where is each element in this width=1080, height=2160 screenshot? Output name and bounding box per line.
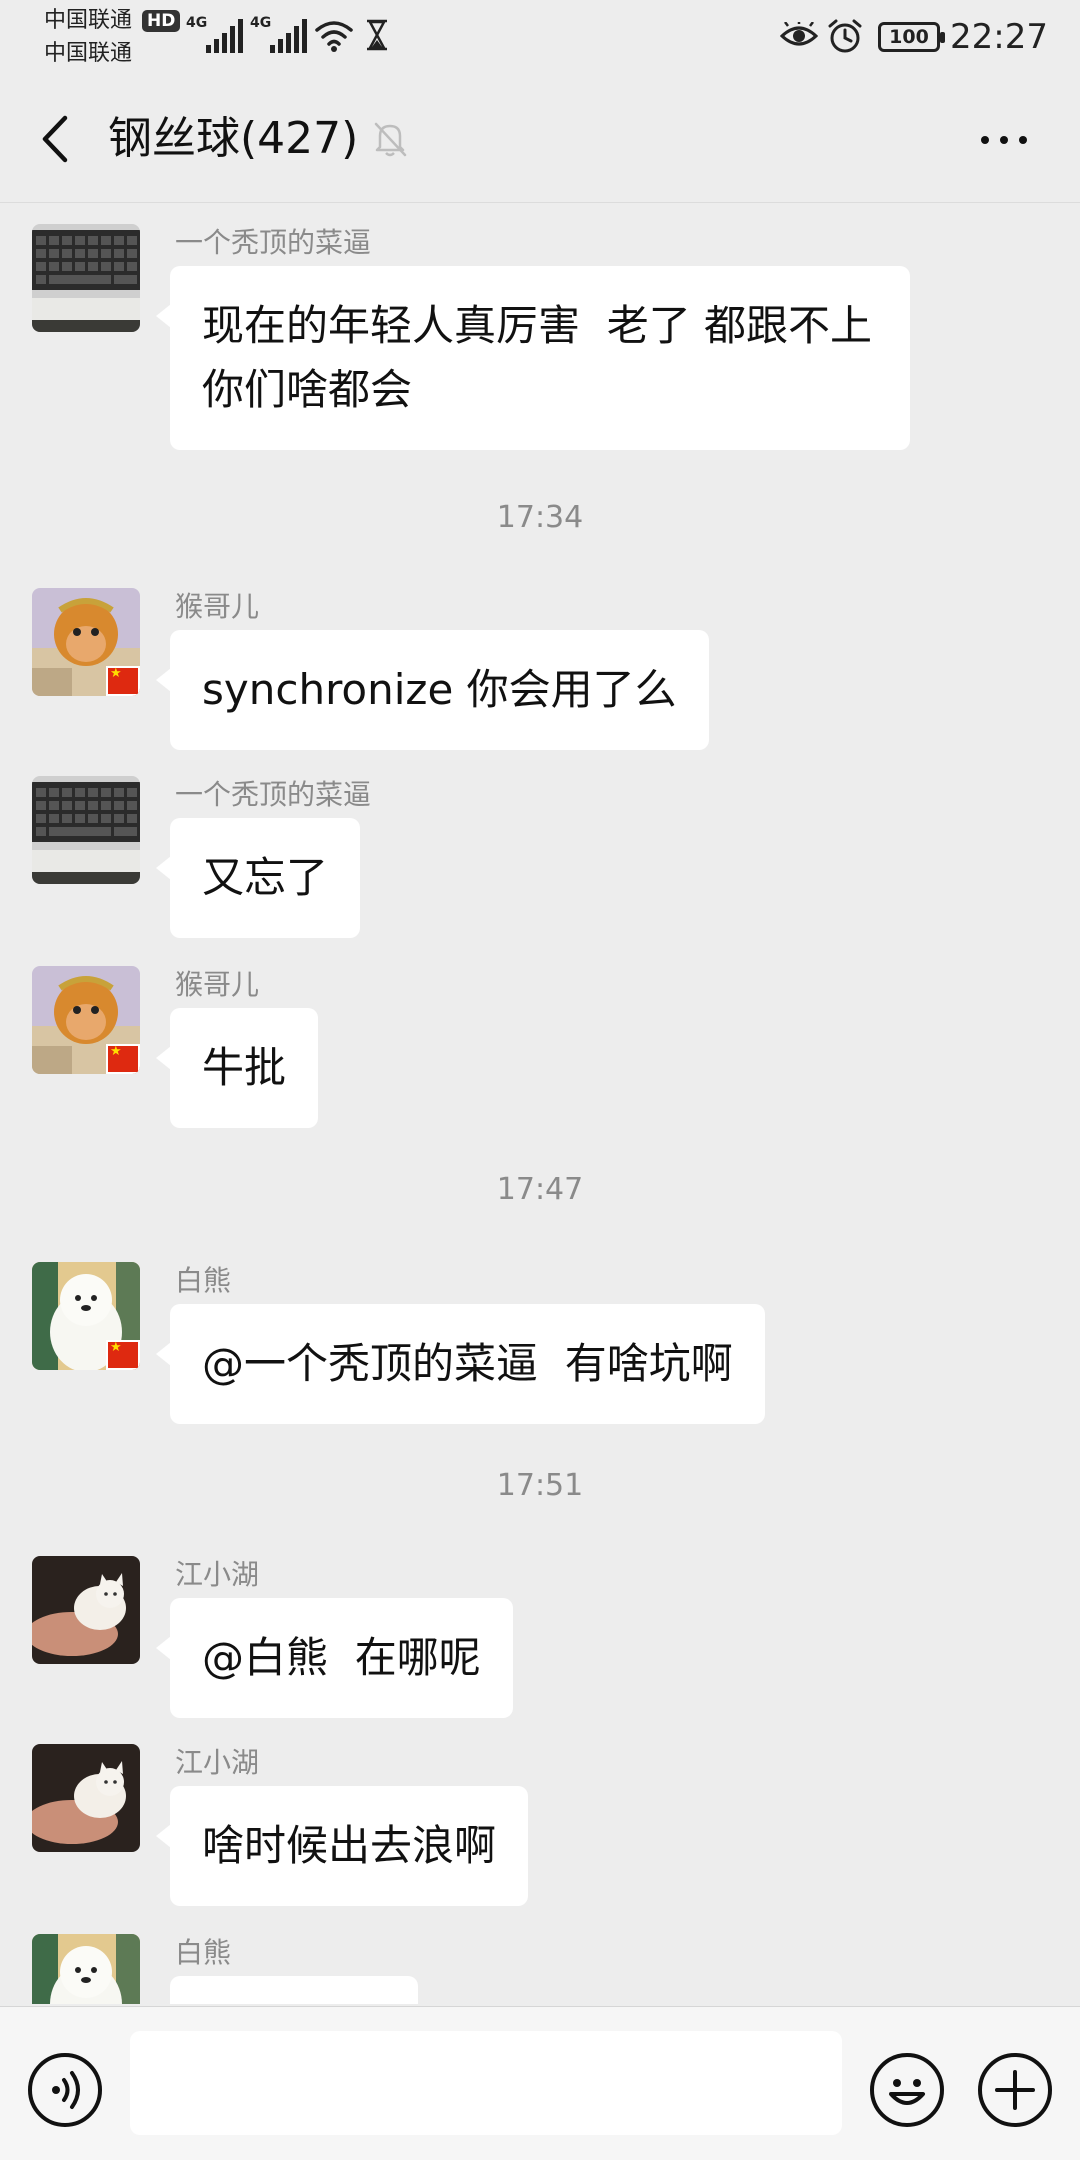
- voice-icon: [52, 2071, 80, 2109]
- chat-header: 钢丝球(427): [0, 75, 1080, 203]
- network-type-2: 4G: [250, 15, 272, 31]
- message-bubble[interactable]: 现在的年轻人真厉害 老了 都跟不上 你们啥都会: [156, 266, 910, 450]
- network-type-1: 4G: [186, 15, 208, 31]
- signal-strength-icon: 4G: [186, 15, 243, 53]
- sender-name: 猴哥儿: [175, 968, 260, 1001]
- sender-name: 猴哥儿: [175, 590, 260, 623]
- flag-badge: [106, 666, 140, 696]
- alarm-clock-icon: [828, 19, 862, 53]
- chat-title: 钢丝球(427): [108, 113, 359, 164]
- sender-name: 一个秃顶的菜逼: [175, 226, 372, 259]
- hourglass-icon: [367, 19, 387, 51]
- wechat-group-chat-screen: 中国联通 HD 中国联通 4G 4G 100 22:27 钢丝球(427) 一个…: [0, 0, 1080, 2160]
- avatar-cat[interactable]: [32, 1744, 140, 1852]
- bell-muted-icon: [374, 122, 407, 157]
- message-input[interactable]: [130, 2031, 842, 2135]
- more-functions-button[interactable]: [978, 2053, 1052, 2127]
- message-bubble[interactable]: synchronize 你会用了么: [156, 630, 709, 750]
- sender-name: 一个秃顶的菜逼: [175, 778, 372, 811]
- message-timestamp: 17:34: [496, 500, 584, 535]
- back-button[interactable]: [30, 105, 80, 173]
- message-bubble[interactable]: @一个秃顶的菜逼 有啥坑啊: [156, 1304, 765, 1424]
- message-bubble[interactable]: @白熊 在哪呢: [156, 1598, 513, 1718]
- chat-info-button[interactable]: [964, 115, 1044, 165]
- status-bar: 中国联通 HD 中国联通 4G 4G 100 22:27: [0, 0, 1080, 75]
- emoji-button[interactable]: [870, 2053, 944, 2127]
- carrier-name-2: 中国联通: [44, 41, 133, 66]
- plus-icon: [995, 2070, 1035, 2110]
- sender-name: 江小湖: [175, 1746, 260, 1779]
- flag-badge: [106, 1044, 140, 1074]
- message-bubble[interactable]: 又忘了: [155, 818, 361, 938]
- message-bubble[interactable]: [170, 1976, 418, 2004]
- status-time: 22:27: [950, 17, 1048, 57]
- avatar-keyboard[interactable]: [32, 776, 140, 884]
- chevron-left-icon: [42, 115, 68, 163]
- eye-comfort-icon: [780, 22, 818, 46]
- message-timestamp: 17:47: [496, 1172, 584, 1207]
- avatar-bear[interactable]: [32, 1262, 140, 1370]
- hd-badge: HD: [142, 10, 181, 32]
- avatar-cat[interactable]: [32, 1556, 140, 1664]
- avatar-keyboard[interactable]: [32, 224, 140, 332]
- signal-strength-icon-2: 4G: [250, 15, 307, 53]
- avatar-bear[interactable]: [32, 1934, 140, 2004]
- polar-bear-avatar-image: [32, 1934, 140, 2004]
- flag-badge: [106, 1340, 140, 1370]
- wifi-icon: [315, 21, 353, 52]
- ellipsis-icon: [981, 136, 989, 144]
- battery-indicator: 100: [878, 22, 945, 52]
- emoji-icon: [889, 2079, 925, 2105]
- chat-input-bar: [0, 2006, 1080, 2160]
- message-timestamp: 17:51: [496, 1468, 584, 1503]
- message-bubble[interactable]: 牛批: [155, 1008, 319, 1128]
- carrier-name-1: 中国联通: [44, 8, 133, 33]
- sender-name: 白熊: [175, 1264, 232, 1297]
- message-bubble[interactable]: 啥时候出去浪啊: [155, 1786, 529, 1906]
- avatar-monkey[interactable]: [32, 588, 140, 696]
- avatar-monkey[interactable]: [32, 966, 140, 1074]
- message-list[interactable]: 一个秃顶的菜逼 现在的年轻人真厉害 老了 都跟不上 你们啥都会 17:34 猴哥…: [0, 204, 1080, 2004]
- voice-input-button[interactable]: [28, 2053, 102, 2127]
- sender-name: 白熊: [175, 1936, 232, 1969]
- sender-name: 江小湖: [175, 1558, 260, 1591]
